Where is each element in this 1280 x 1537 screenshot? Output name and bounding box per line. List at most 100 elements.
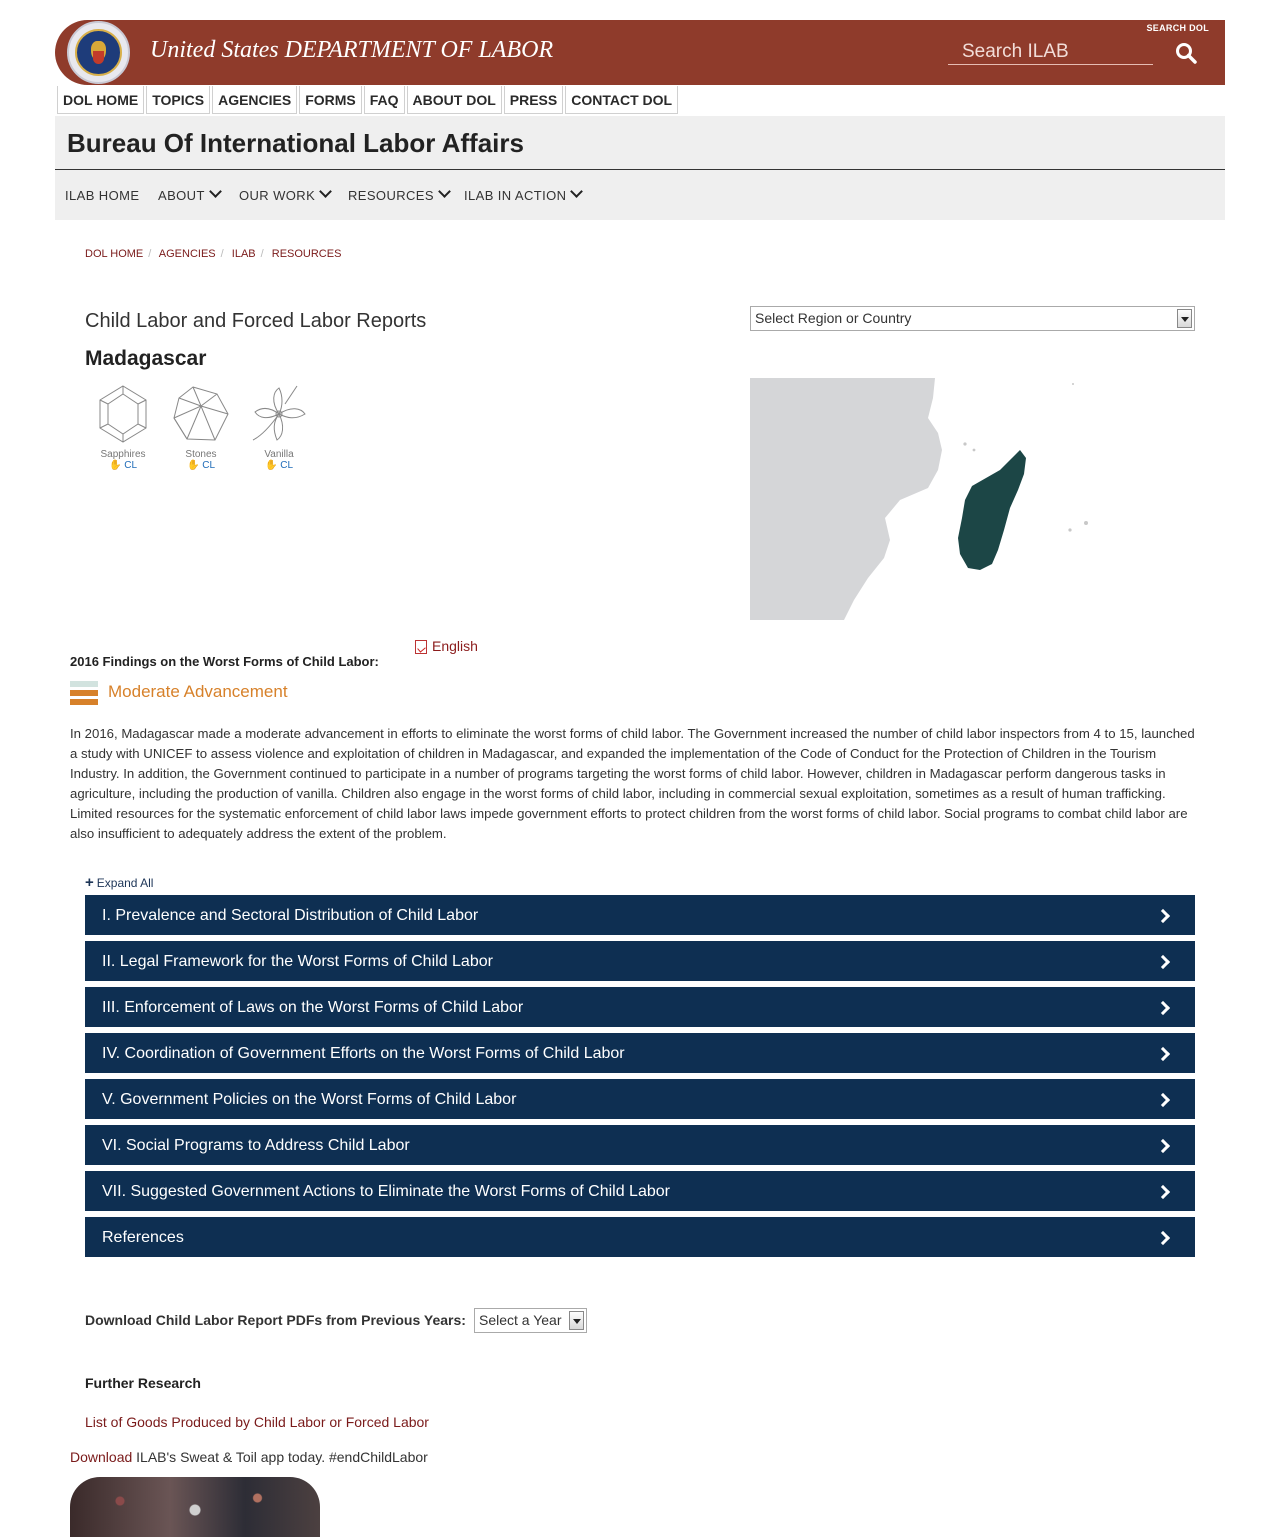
gem-icon (99, 385, 147, 443)
top-nav-forms[interactable]: FORMS (299, 86, 362, 114)
child-labor-tag: ✋ CL (108, 460, 138, 471)
goods-list-link[interactable]: List of Goods Produced by Child Labor or… (85, 1414, 429, 1430)
chevron-right-icon (1155, 1092, 1171, 1108)
map-island (972, 448, 976, 452)
section-title: IV. Coordination of Government Efforts o… (102, 1045, 625, 1062)
breadcrumb: DOL HOME / AGENCIES / ILAB / RESOURCES (85, 248, 341, 260)
chevron-down-icon (319, 185, 333, 198)
dropdown-arrow-icon (1177, 309, 1192, 328)
plus-icon: + (85, 874, 94, 891)
section-prevalence[interactable]: I. Prevalence and Sectoral Distribution … (85, 895, 1195, 935)
breadcrumb-separator: / (148, 248, 152, 260)
english-pdf-link[interactable]: English (415, 637, 478, 654)
top-nav-dol-home[interactable]: DOL HOME (57, 86, 145, 114)
section-title: References (102, 1229, 184, 1246)
bureau-banner: Bureau Of International Labor Affairs (55, 116, 1225, 170)
page-title: Child Labor and Forced Labor Reports (85, 310, 427, 332)
chevron-right-icon (1155, 1184, 1171, 1200)
ilab-nav-in-action-label: ILAB IN ACTION (464, 188, 567, 203)
chevron-right-icon (1155, 1000, 1171, 1016)
section-suggested-actions[interactable]: VII. Suggested Government Actions to Eli… (85, 1171, 1195, 1211)
top-nav-topics[interactable]: TOPICS (146, 86, 211, 114)
dol-site-title[interactable]: United States DEPARTMENT OF LABOR (150, 37, 553, 64)
ilab-nav-resources[interactable]: RESOURCES (348, 185, 451, 203)
top-nav-press[interactable]: PRESS (503, 86, 564, 114)
section-legal-framework[interactable]: II. Legal Framework for the Worst Forms … (85, 941, 1195, 981)
breadcrumb-agencies[interactable]: AGENCIES (159, 248, 216, 260)
ilab-nav-about-label: ABOUT (158, 188, 205, 203)
search-input[interactable] (948, 39, 1153, 65)
top-nav-about-dol[interactable]: ABOUT DOL (406, 86, 502, 114)
vanilla-flower-icon (252, 385, 306, 441)
chevron-right-icon (1155, 1046, 1171, 1062)
section-title: II. Legal Framework for the Worst Forms … (102, 953, 493, 970)
chevron-right-icon (1155, 1230, 1171, 1246)
download-app-link[interactable]: Download (70, 1449, 132, 1465)
findings-summary: In 2016, Madagascar made a moderate adva… (70, 726, 1195, 841)
section-title: V. Government Policies on the Worst Form… (102, 1091, 517, 1108)
expand-all-label: Expand All (96, 876, 154, 890)
map-island (1072, 383, 1074, 385)
region-select-value: Select Region or Country (755, 310, 912, 326)
app-promo-text: ILAB's Sweat & Toil app today. #endChild… (132, 1449, 428, 1465)
section-enforcement[interactable]: III. Enforcement of Laws on the Worst Fo… (85, 987, 1195, 1027)
chevron-right-icon (1155, 908, 1171, 924)
assessment-bars-icon (70, 681, 98, 707)
year-select[interactable]: Select a Year (474, 1308, 587, 1333)
good-sapphires[interactable]: Sapphires ✋ CL (91, 384, 155, 471)
section-policies[interactable]: V. Government Policies on the Worst Form… (85, 1079, 1195, 1119)
section-references[interactable]: References (85, 1217, 1195, 1257)
further-research-heading: Further Research (85, 1375, 201, 1391)
shield-icon (93, 51, 104, 64)
section-coordination[interactable]: IV. Coordination of Government Efforts o… (85, 1033, 1195, 1073)
top-nav-agencies[interactable]: AGENCIES (212, 86, 298, 114)
dol-header: United States DEPARTMENT OF LABOR SEARCH… (55, 20, 1225, 85)
breadcrumb-separator: / (260, 248, 264, 260)
top-nav-faq[interactable]: FAQ (363, 86, 405, 114)
child-labor-tag: ✋ CL (186, 460, 216, 471)
findings-label: 2016 Findings on the Worst Forms of Chil… (70, 654, 379, 669)
dol-seal-logo[interactable] (67, 21, 130, 84)
cl-tag-text: CL (280, 460, 294, 471)
cl-tag-text: CL (124, 460, 138, 471)
breadcrumb-dol-home[interactable]: DOL HOME (85, 248, 143, 260)
child-labor-tag: ✋ CL (264, 460, 294, 471)
chevron-down-icon (208, 185, 222, 198)
breadcrumb-resources[interactable]: RESOURCES (272, 248, 342, 260)
breadcrumb-ilab[interactable]: ILAB (232, 248, 256, 260)
ilab-nav-in-action[interactable]: ILAB IN ACTION (464, 185, 584, 203)
ilab-nav-our-work-label: OUR WORK (239, 188, 316, 203)
good-label: Sapphires (100, 449, 146, 460)
good-vanilla[interactable]: Vanilla ✋ CL (247, 384, 311, 471)
section-title: VII. Suggested Government Actions to Eli… (102, 1183, 670, 1200)
dol-top-nav: DOL HOME TOPICS AGENCIES FORMS FAQ ABOUT… (57, 86, 680, 114)
pdf-icon (415, 640, 427, 654)
assessment-bar (70, 690, 98, 696)
english-link-label: English (432, 638, 478, 654)
section-social-programs[interactable]: VI. Social Programs to Address Child Lab… (85, 1125, 1195, 1165)
chevron-right-icon (1155, 954, 1171, 970)
chevron-down-icon (438, 185, 451, 198)
top-nav-contact-dol[interactable]: CONTACT DOL (565, 86, 679, 114)
previous-years-label: Download Child Labor Report PDFs from Pr… (85, 1312, 466, 1328)
region-country-select[interactable]: Select Region or Country (750, 306, 1195, 331)
search-icon[interactable] (1175, 42, 1197, 64)
expand-all-button[interactable]: + Expand All (85, 874, 153, 891)
assessment-bar (70, 681, 98, 687)
map-madagascar (958, 450, 1026, 570)
section-title: III. Enforcement of Laws on the Worst Fo… (102, 999, 524, 1016)
chevron-right-icon (1155, 1138, 1171, 1154)
good-label: Stones (185, 449, 217, 460)
ilab-nav-home[interactable]: ILAB HOME (65, 188, 139, 203)
search-dol-label: SEARCH DOL (1146, 23, 1209, 33)
dropdown-arrow-icon (569, 1311, 584, 1330)
ilab-nav: ILAB HOME ABOUT OUR WORK RESOURCES ILAB … (55, 170, 1225, 220)
assessment-text: Moderate Advancement (108, 682, 288, 701)
map-island (963, 442, 967, 446)
sweat-and-toil-promo-image[interactable] (70, 1477, 320, 1537)
ilab-nav-about[interactable]: ABOUT (158, 185, 222, 203)
bureau-title[interactable]: Bureau Of International Labor Affairs (67, 128, 524, 159)
ilab-nav-our-work[interactable]: OUR WORK (239, 185, 333, 203)
section-title: VI. Social Programs to Address Child Lab… (102, 1137, 410, 1154)
good-stones[interactable]: Stones ✋ CL (169, 384, 233, 471)
